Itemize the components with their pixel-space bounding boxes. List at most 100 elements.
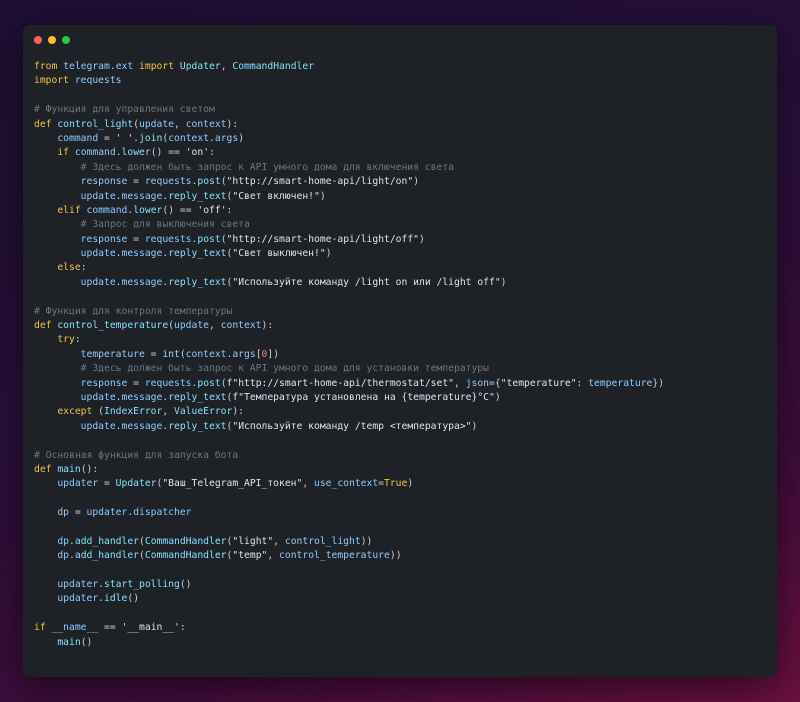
code-token: "http://smart-home-api/light/on" xyxy=(226,176,414,188)
code-token: message xyxy=(121,190,163,202)
code-line: dp.add_handler(CommandHandler("light", c… xyxy=(34,535,664,549)
code-token: def xyxy=(34,320,52,332)
code-token: () == xyxy=(162,204,198,216)
code-token: try xyxy=(57,334,75,346)
code-token: updater xyxy=(57,478,99,490)
code-token: idle xyxy=(104,593,128,605)
code-token: post xyxy=(197,377,221,389)
code-token: , xyxy=(162,406,175,418)
code-line: response = requests.post("http://smart-h… xyxy=(34,233,664,247)
code-line: import requests xyxy=(34,74,664,88)
code-token: : xyxy=(74,334,81,346)
code-token: ( xyxy=(92,406,105,418)
code-token: dp xyxy=(57,507,70,519)
code-token: response xyxy=(80,233,128,245)
code-token: = xyxy=(127,176,145,188)
code-line: dp = updater.dispatcher xyxy=(34,506,664,520)
code-token: , xyxy=(174,118,186,130)
code-token: control_temperature xyxy=(279,550,390,562)
code-token: ) xyxy=(494,391,501,403)
code-token: CommandHandler xyxy=(144,550,227,562)
code-token: ) xyxy=(500,276,507,288)
code-token: , xyxy=(220,61,233,72)
code-line: dp.add_handler(CommandHandler("temp", co… xyxy=(34,549,664,563)
code-token: update xyxy=(139,118,175,130)
code-line: def control_temperature(update, context)… xyxy=(34,319,664,333)
code-token: ) xyxy=(471,420,478,432)
code-token: except xyxy=(57,406,93,418)
code-token: 'on' xyxy=(185,147,210,159)
code-token: reply_text xyxy=(168,276,227,288)
code-line: # Основная функция для запуска бота xyxy=(34,449,664,463)
code-line: def main(): xyxy=(34,463,664,477)
code-token: () xyxy=(80,636,93,648)
code-token: ) xyxy=(419,233,425,245)
code-token: reply_text xyxy=(168,420,227,432)
maximize-dot-icon[interactable] xyxy=(62,36,70,44)
code-token: '__main__' xyxy=(121,622,180,634)
code-token: = xyxy=(98,132,116,144)
code-token: updater xyxy=(57,593,99,605)
code-token: , xyxy=(302,478,314,490)
code-token: response xyxy=(80,377,128,389)
code-token: update xyxy=(80,276,116,288)
code-token: , xyxy=(454,377,466,389)
code-token: () xyxy=(127,593,140,605)
code-line: command = ' '.join(context.args) xyxy=(34,132,664,146)
code-token: ): xyxy=(232,406,245,418)
code-token: __name__ xyxy=(51,622,99,634)
code-token: reply_text xyxy=(168,248,227,260)
code-token: requests xyxy=(144,176,192,188)
code-token: = xyxy=(69,507,87,519)
code-block: from telegram.ext import Updater, Comman… xyxy=(34,60,664,650)
code-token: , xyxy=(273,535,285,547)
code-line: if command.lower() == 'on': xyxy=(34,146,664,160)
code-token: import xyxy=(139,61,175,72)
code-token: 'off' xyxy=(197,204,227,216)
code-token: = xyxy=(127,233,145,245)
close-dot-icon[interactable] xyxy=(34,36,42,44)
code-token: command xyxy=(57,132,99,144)
code-token: temperature xyxy=(80,348,145,360)
code-token: IndexError xyxy=(104,406,163,418)
code-window: from telegram.ext import Updater, Comman… xyxy=(23,25,777,677)
code-token: context xyxy=(185,118,227,130)
code-line: from telegram.ext import Updater, Comman… xyxy=(34,60,664,74)
code-token: ) xyxy=(319,190,326,202)
code-token: response xyxy=(80,176,128,188)
code-line: # Запрос для выключения света xyxy=(34,218,664,232)
code-token: "Ваш_Telegram_API_токен" xyxy=(162,478,303,490)
code-token: (): xyxy=(80,463,99,475)
code-token: # Запрос для выключения света xyxy=(80,219,250,231)
code-token: else xyxy=(57,262,81,274)
code-token: start_polling xyxy=(104,579,180,591)
minimize-dot-icon[interactable] xyxy=(48,36,56,44)
code-token: add_handler xyxy=(74,535,140,547)
code-token: : xyxy=(576,377,589,389)
code-token: "Используйте команду /temp <температура>… xyxy=(232,420,472,432)
code-token: )) xyxy=(360,535,373,547)
code-token: )) xyxy=(389,550,402,562)
code-token: True xyxy=(384,478,408,490)
code-token: updater xyxy=(86,507,128,519)
code-token: = xyxy=(144,348,163,360)
code-token: # Здесь должен быть запрос к API умного … xyxy=(80,363,489,375)
code-token: "temp" xyxy=(232,550,268,562)
code-line: try: xyxy=(34,333,664,347)
code-token: ValueError xyxy=(174,406,233,418)
code-token: context xyxy=(185,348,227,360)
code-token: "temperature" xyxy=(500,377,577,389)
code-line: response = requests.post(f"http://smart-… xyxy=(34,377,664,391)
code-token: # Основная функция для запуска бота xyxy=(34,449,239,461)
